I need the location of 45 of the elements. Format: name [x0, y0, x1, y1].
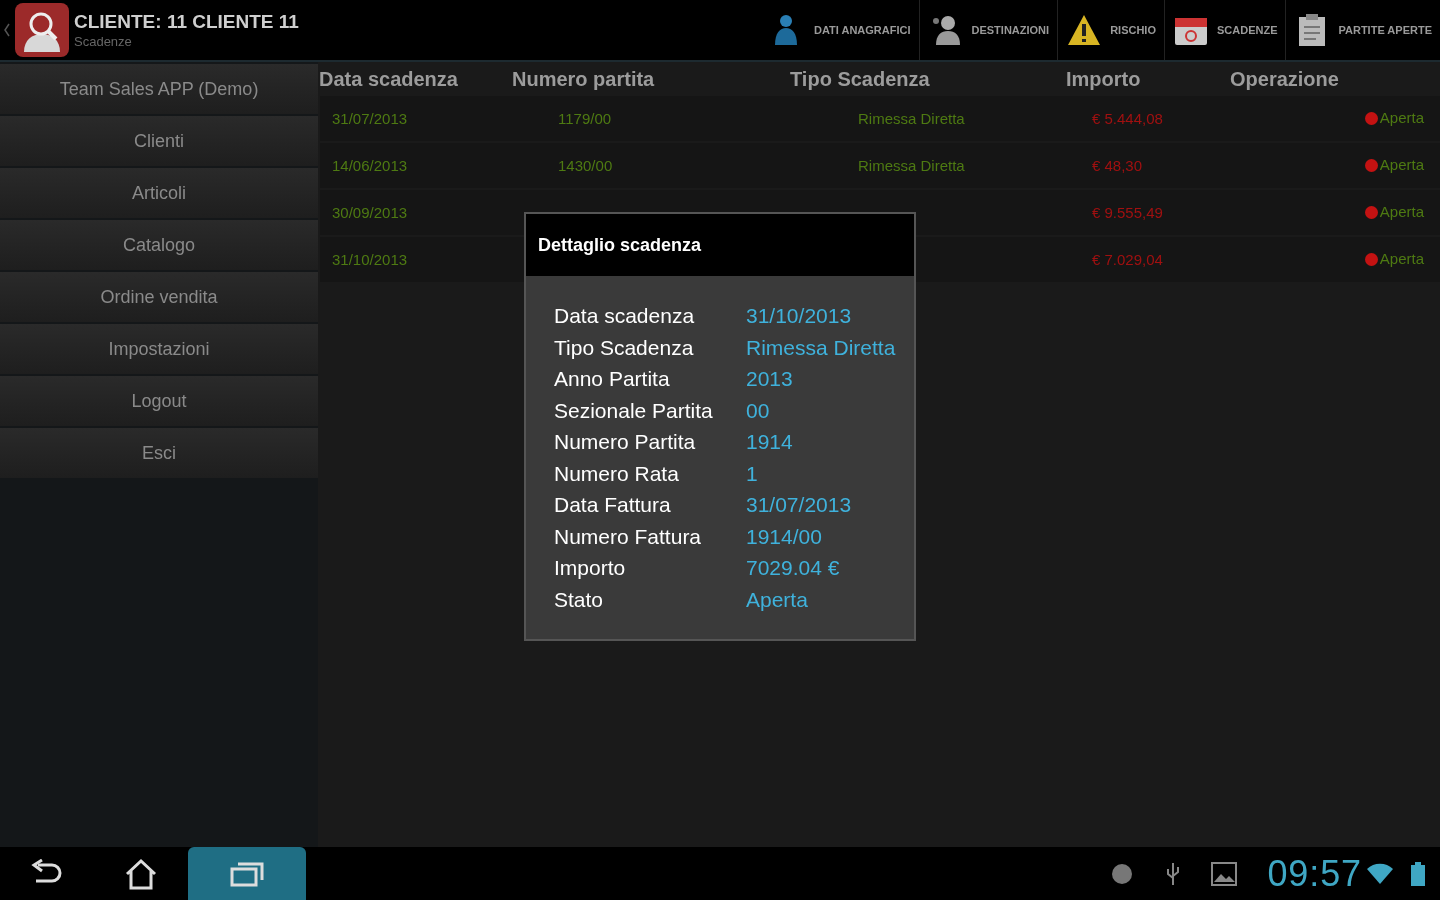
table-cell: Rimessa Diretta	[858, 156, 965, 174]
column-header: Data scadenza	[318, 67, 459, 92]
field-value: 1	[746, 460, 758, 487]
field-label: Data Fattura	[554, 492, 672, 518]
field-label: Anno Partita	[554, 366, 671, 392]
field-value: Rimessa Diretta	[746, 334, 896, 361]
field-label: Importo	[554, 555, 627, 581]
table-cell: 1179/00	[558, 109, 612, 127]
field-value: 1914	[746, 429, 793, 455]
clock: 09:57	[1267, 855, 1362, 892]
field-value: Aperta	[746, 586, 808, 613]
status-text: Aperta	[1379, 155, 1424, 176]
field-value: 00	[746, 397, 770, 424]
field-label: Numero Fattura	[554, 523, 703, 550]
screen-subtitle: Scadenze	[74, 33, 133, 50]
table-cell: 31/07/2013	[332, 109, 408, 127]
status-text: Aperta	[1379, 202, 1424, 223]
status-text: Aperta	[1379, 108, 1424, 129]
table-cell: Rimessa Diretta	[858, 109, 965, 127]
field-label: Tipo Scadenza	[554, 334, 695, 361]
table-cell: € 5.444,08	[1092, 109, 1163, 127]
field-label: Data scadenza	[554, 303, 696, 329]
field-value: 7029.04 €	[746, 555, 840, 581]
table-cell: 31/10/2013	[332, 250, 408, 268]
table-cell: € 9.555,49	[1092, 203, 1163, 221]
field-label: Sezionale Partita	[554, 397, 714, 424]
table-cell: 14/06/2013	[332, 156, 408, 174]
field-value: 31/10/2013	[746, 303, 852, 329]
column-header: Tipo Scadenza	[789, 67, 931, 92]
field-value: 2013	[746, 366, 793, 392]
field-value: 31/07/2013	[746, 492, 852, 518]
column-header: Importo	[1065, 67, 1142, 92]
field-label: Numero Partita	[554, 429, 697, 455]
table-cell: € 7.029,04	[1092, 250, 1163, 268]
table-cell: € 48,30	[1092, 156, 1143, 174]
client-title: CLIENTE: 11 CLIENTE 11	[74, 10, 299, 34]
field-value: 1914/00	[746, 523, 822, 550]
table-cell: 1430/00	[558, 156, 613, 174]
dialog-title: Dettaglio scadenza	[538, 233, 702, 257]
field-label: Stato	[554, 586, 605, 613]
table-cell: 30/09/2013	[332, 203, 408, 221]
column-header: Operazione	[1229, 67, 1340, 92]
field-label: Numero Rata	[554, 460, 680, 487]
status-text: Aperta	[1379, 249, 1424, 270]
column-header: Numero partita	[511, 67, 656, 92]
